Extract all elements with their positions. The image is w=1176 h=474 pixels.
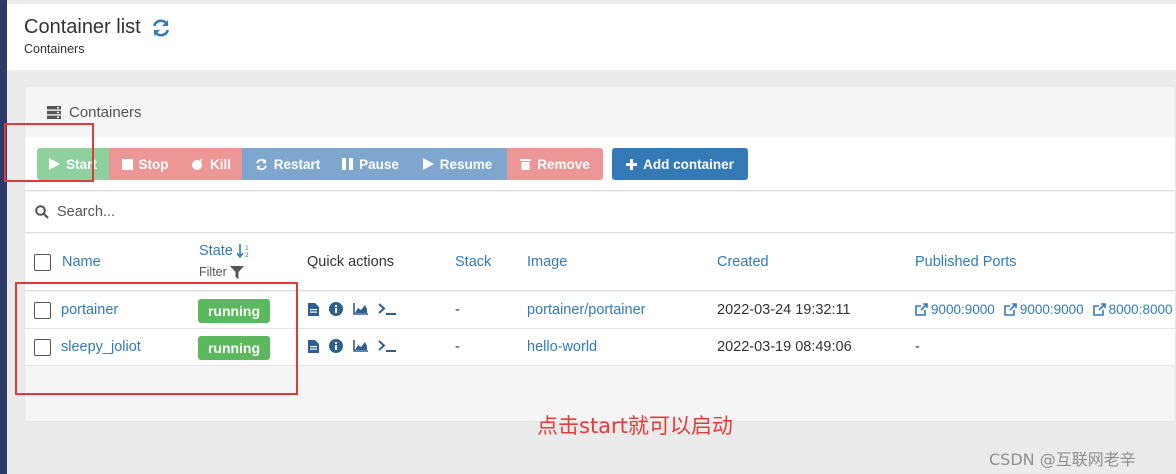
column-header-published-ports[interactable]: Published Ports — [915, 254, 1017, 270]
kill-button[interactable]: Kill — [181, 148, 242, 180]
resume-button[interactable]: Resume — [408, 148, 507, 180]
chart-icon[interactable] — [353, 340, 368, 352]
published-ports: 9000:9000 9000:9000 8000:8000 — [915, 302, 1172, 317]
pause-button[interactable]: Pause — [333, 148, 408, 180]
port-link[interactable]: 9000:9000 — [915, 302, 995, 317]
annotation-text: 点击start就可以启动 — [537, 414, 733, 438]
add-container-button-label: Add container — [643, 156, 734, 172]
watermark: CSDN @互联网老辛 — [989, 450, 1136, 469]
widget-title: Containers — [69, 103, 142, 121]
state-filter[interactable]: Filter — [199, 265, 244, 279]
terminal-icon[interactable] — [378, 303, 397, 315]
created-value: 2022-03-24 19:32:11 — [717, 302, 851, 318]
stop-icon — [121, 158, 133, 170]
column-header-state-label: State — [199, 243, 233, 259]
image-link[interactable]: hello-world — [527, 339, 597, 355]
pause-button-label: Pause — [359, 156, 399, 172]
highlight-box-start — [4, 123, 94, 182]
column-header-name[interactable]: Name — [62, 254, 101, 270]
quick-actions — [308, 339, 397, 353]
port-label: 9000:9000 — [1019, 302, 1084, 317]
external-link-icon — [915, 303, 928, 316]
column-header-image[interactable]: Image — [527, 254, 567, 270]
trash-icon — [520, 159, 532, 170]
port-label: 8000:8000 — [1108, 302, 1173, 317]
column-header-quick-actions: Quick actions — [307, 254, 395, 270]
restart-button[interactable]: Restart — [242, 148, 333, 180]
column-header-state[interactable]: State 12 — [199, 243, 251, 259]
action-toolbar: Start Stop Kill Restart Pause Resume Rem… — [25, 137, 1175, 191]
file-icon[interactable] — [308, 302, 319, 316]
filter-icon — [229, 265, 244, 279]
stop-button-label: Stop — [138, 156, 169, 172]
info-icon[interactable] — [329, 339, 343, 353]
highlight-box-rows — [15, 282, 298, 395]
search-bar — [25, 192, 1175, 233]
stack-value: - — [455, 339, 460, 355]
image-link[interactable]: portainer/portainer — [527, 302, 646, 318]
page-header: Container list Containers — [7, 4, 1176, 70]
info-icon[interactable] — [329, 302, 343, 316]
file-icon[interactable] — [308, 339, 319, 353]
svg-text:1: 1 — [245, 245, 249, 252]
bomb-icon — [191, 158, 203, 170]
page-title: Container list — [24, 16, 171, 39]
plus-icon — [626, 158, 638, 170]
resume-button-label: Resume — [439, 156, 493, 172]
search-icon — [35, 205, 49, 219]
refresh-icon[interactable] — [151, 18, 171, 38]
remove-button-label: Remove — [537, 156, 590, 172]
external-link-icon — [1092, 303, 1106, 316]
search-input[interactable] — [57, 204, 457, 220]
chart-icon[interactable] — [353, 303, 368, 315]
port-link[interactable]: 8000:8000 — [1092, 302, 1173, 317]
kill-button-label: Kill — [209, 156, 231, 172]
widget-header: Containers — [25, 87, 1175, 137]
port-label: 9000:9000 — [931, 302, 995, 317]
play-icon — [422, 158, 434, 170]
sidebar-edge — [0, 0, 7, 474]
created-value: 2022-03-19 08:49:06 — [717, 339, 852, 355]
server-icon — [47, 105, 61, 119]
quick-actions — [308, 302, 397, 316]
stop-button[interactable]: Stop — [109, 148, 181, 180]
column-header-created[interactable]: Created — [717, 254, 769, 270]
remove-button[interactable]: Remove — [507, 148, 603, 180]
breadcrumb: Containers — [24, 42, 85, 56]
published-ports-empty: - — [915, 339, 920, 355]
port-link[interactable]: 9000:9000 — [1004, 302, 1084, 317]
terminal-icon[interactable] — [378, 340, 397, 352]
external-link-icon — [1004, 303, 1017, 316]
pause-icon — [342, 158, 354, 170]
page-title-text: Container list — [24, 16, 141, 38]
stack-value: - — [455, 302, 460, 318]
column-header-stack[interactable]: Stack — [455, 254, 491, 270]
refresh-icon — [255, 158, 267, 170]
svg-text:2: 2 — [245, 252, 249, 258]
state-filter-label: Filter — [199, 265, 227, 279]
add-container-button[interactable]: Add container — [612, 148, 748, 180]
restart-button-label: Restart — [273, 156, 321, 172]
select-all-checkbox[interactable] — [34, 254, 51, 271]
sort-alpha-icon: 12 — [236, 244, 249, 258]
